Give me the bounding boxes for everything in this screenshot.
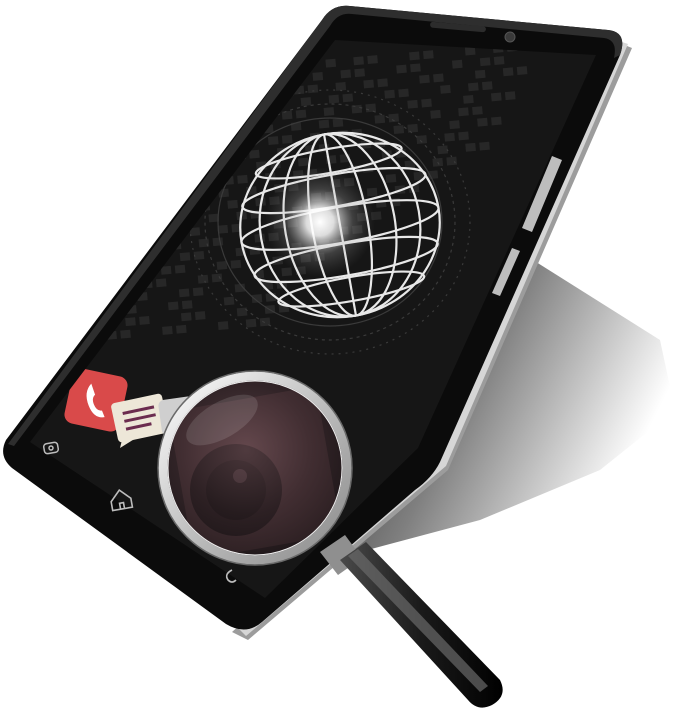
front-camera: [504, 31, 516, 43]
globe-glow: [265, 167, 375, 277]
phone-magnifier-illustration: [3, 5, 675, 708]
magnifier-handle: [320, 535, 503, 708]
